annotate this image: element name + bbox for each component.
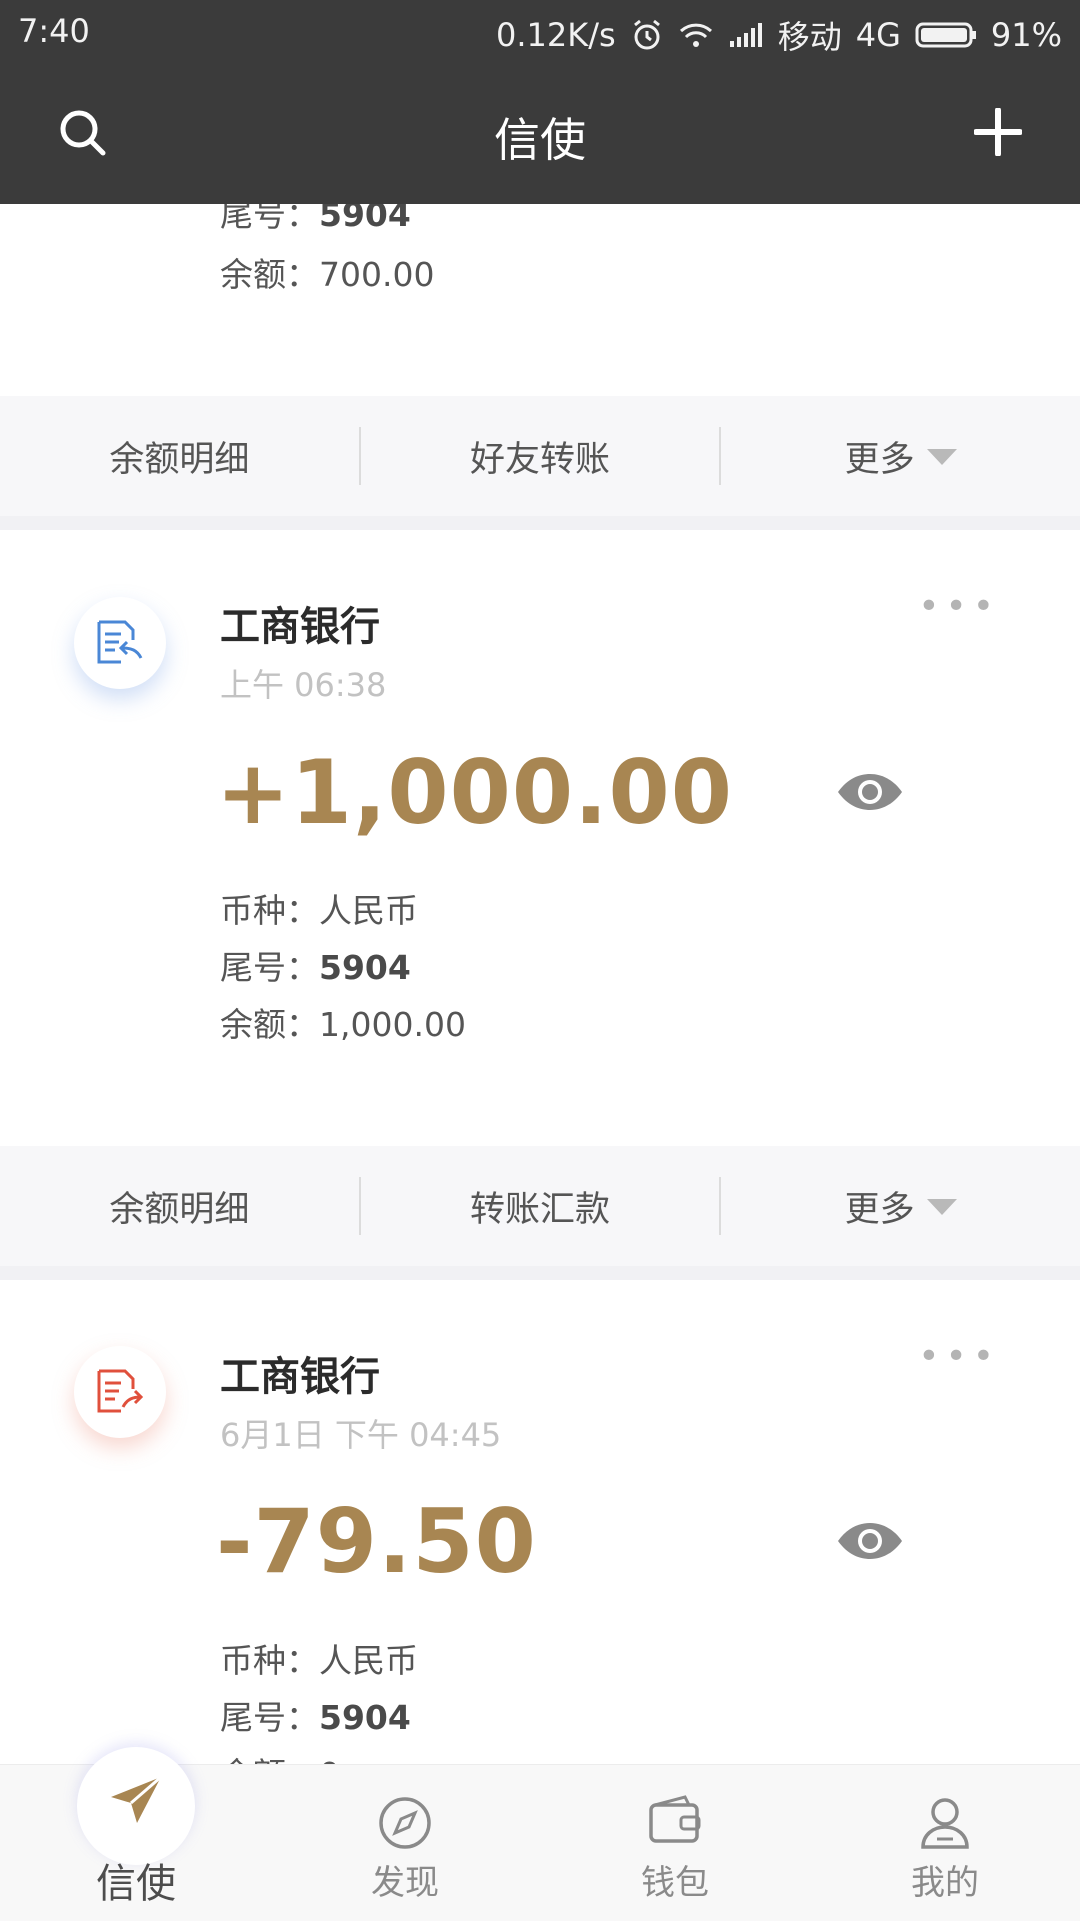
eye-icon[interactable] bbox=[836, 772, 904, 816]
bottom-tab-bar: 信使 发现 钱包 我的 bbox=[0, 1747, 1080, 1921]
tail-number-line: 尾号：5904 bbox=[220, 1698, 411, 1737]
expense-message-icon bbox=[74, 1346, 166, 1438]
message-time: 6月1日 下午 04:45 bbox=[220, 1416, 502, 1454]
alarm-icon bbox=[630, 18, 664, 52]
partial-balance-line: 余额：700.00 bbox=[220, 255, 435, 294]
balance-detail-button[interactable]: 余额明细 bbox=[0, 1181, 359, 1232]
compass-icon bbox=[377, 1795, 433, 1855]
transfer-remit-button[interactable]: 转账汇款 bbox=[361, 1181, 720, 1232]
action-bar: 余额明细 转账汇款 更多 bbox=[0, 1146, 1080, 1266]
profile-icon bbox=[917, 1795, 973, 1855]
transaction-amount: +1,000.00 bbox=[216, 741, 733, 844]
income-message-icon bbox=[74, 597, 166, 689]
currency-line: 币种：人民币 bbox=[220, 1641, 418, 1680]
message-time: 上午 06:38 bbox=[220, 666, 387, 704]
card-gap bbox=[0, 1266, 1080, 1280]
app-header: 信使 bbox=[0, 62, 1080, 204]
action-bar: 余额明细 好友转账 更多 bbox=[0, 396, 1080, 516]
card-more-icon[interactable]: ••• bbox=[918, 1336, 1000, 1377]
network-label: 4G bbox=[855, 16, 901, 54]
tail-number-line: 尾号：5904 bbox=[220, 948, 411, 987]
eye-icon[interactable] bbox=[836, 1521, 904, 1565]
tab-label: 我的 bbox=[911, 1863, 979, 1903]
tab-wallet[interactable]: 钱包 bbox=[575, 1765, 775, 1921]
dropdown-triangle-icon bbox=[926, 448, 957, 465]
tab-discover[interactable]: 发现 bbox=[305, 1765, 505, 1921]
page-title: 信使 bbox=[494, 113, 586, 167]
status-bar: 7:40 0.12K/s 移动 4G 91% bbox=[0, 0, 1080, 62]
battery-icon bbox=[915, 21, 977, 49]
wallet-icon bbox=[647, 1795, 703, 1851]
add-icon[interactable] bbox=[973, 107, 1023, 160]
bank-name: 工商银行 bbox=[220, 604, 380, 650]
tab-label: 钱包 bbox=[641, 1863, 709, 1903]
card-more-icon[interactable]: ••• bbox=[918, 586, 1000, 627]
friend-transfer-button[interactable]: 好友转账 bbox=[361, 431, 720, 482]
balance-line: 余额：0 bbox=[220, 1748, 340, 1764]
transaction-amount: -79.50 bbox=[216, 1490, 537, 1593]
more-button[interactable]: 更多 bbox=[721, 1181, 1080, 1232]
wifi-icon bbox=[678, 20, 714, 50]
currency-line: 币种：人民币 bbox=[220, 891, 418, 930]
message-feed[interactable]: 尾号：5904 余额：700.00 余额明细 好友转账 更多 工商银行 ••• … bbox=[0, 204, 1080, 1764]
card-gap bbox=[0, 516, 1080, 530]
net-speed: 0.12K/s bbox=[496, 16, 616, 54]
partial-tail-line: 尾号：5904 bbox=[220, 204, 411, 234]
tab-profile[interactable]: 我的 bbox=[845, 1765, 1045, 1921]
signal-icon bbox=[728, 21, 764, 49]
status-right: 0.12K/s 移动 4G 91% bbox=[496, 12, 1062, 58]
bank-name: 工商银行 bbox=[220, 1354, 380, 1400]
send-icon bbox=[107, 1773, 165, 1835]
tab-label: 发现 bbox=[371, 1863, 439, 1903]
status-time: 7:40 bbox=[18, 12, 90, 50]
tab-messenger[interactable]: 信使 bbox=[36, 1747, 236, 1921]
more-button[interactable]: 更多 bbox=[721, 431, 1080, 482]
battery-level: 91% bbox=[990, 16, 1062, 54]
tab-label: 信使 bbox=[96, 1861, 176, 1907]
balance-line: 余额：1,000.00 bbox=[220, 1005, 466, 1044]
dropdown-triangle-icon bbox=[926, 1198, 957, 1215]
carrier-label: 移动 bbox=[777, 18, 842, 56]
balance-detail-button[interactable]: 余额明细 bbox=[0, 431, 359, 482]
